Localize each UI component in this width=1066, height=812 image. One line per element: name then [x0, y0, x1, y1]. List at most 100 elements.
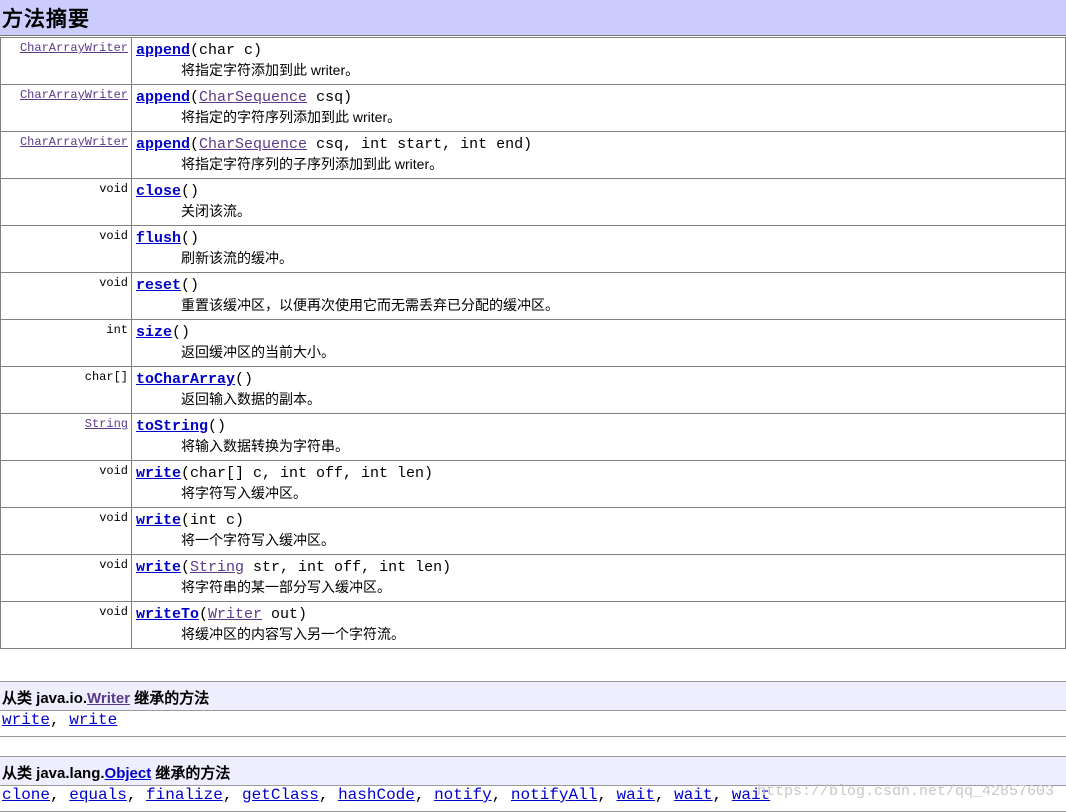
method-row: char[] toCharArray() 返回输入数据的副本。 — [0, 366, 1066, 414]
method-name-link[interactable]: flush — [136, 230, 181, 247]
return-type-link[interactable]: String — [85, 417, 128, 431]
inherited-method-link[interactable]: write — [69, 711, 117, 729]
method-signature-cell: toString() 将输入数据转换为字符串。 — [131, 413, 1066, 461]
param-text: () — [208, 418, 227, 435]
method-signature-cell: close() 关闭该流。 — [131, 178, 1066, 226]
method-signature-cell: write(int c) 将一个字符写入缓冲区。 — [131, 507, 1066, 555]
return-type-cell: CharArrayWriter — [0, 37, 132, 85]
method-rows: CharArrayWriter append(char c) 将指定字符添加到此 w… — [0, 37, 1066, 649]
return-type: int — [106, 323, 128, 337]
param-text: (char[] c, int off, int len) — [181, 465, 434, 482]
return-type-cell: void — [0, 225, 132, 273]
method-signature-cell: append(CharSequence csq) 将指定的字符序列添加到此 wri… — [131, 84, 1066, 132]
inherited-writer-methods: write, write — [0, 711, 1066, 737]
method-row: CharArrayWriter append(CharSequence csq, … — [0, 131, 1066, 179]
list-separator: , — [318, 786, 339, 804]
method-name-link[interactable]: write — [136, 465, 181, 482]
object-class-link[interactable]: Object — [105, 765, 152, 782]
method-signature: write(char[] c, int off, int len) — [136, 464, 1065, 483]
param-type-link[interactable]: CharSequence — [199, 89, 307, 106]
method-signature: write(String str, int off, int len) — [136, 558, 1065, 577]
return-type: void — [99, 558, 128, 572]
param-type-link[interactable]: String — [190, 559, 244, 576]
param-text: () — [181, 277, 200, 294]
method-signature-cell: write(char[] c, int off, int len) 将字符写入缓冲… — [131, 460, 1066, 508]
return-type-link[interactable]: CharArrayWriter — [20, 41, 128, 55]
method-name-link[interactable]: write — [136, 512, 181, 529]
method-description: 重置该缓冲区，以便再次使用它而无需丢弃已分配的缓冲区。 — [181, 297, 559, 313]
method-description: 将指定的字符序列添加到此 writer。 — [181, 109, 402, 125]
inherited-from-object-header: 从类 java.lang.Object 继承的方法 — [0, 756, 1066, 786]
return-type-cell: void — [0, 272, 132, 320]
return-type: void — [99, 464, 128, 478]
method-row: void write(String str, int off, int len) 将… — [0, 554, 1066, 602]
param-text: out) — [262, 606, 308, 623]
method-name-link[interactable]: toCharArray — [136, 371, 235, 388]
method-name-link[interactable]: write — [136, 559, 181, 576]
method-description: 将指定字符序列的子序列添加到此 writer。 — [181, 156, 444, 172]
inherited-writer-heading: 从类 java.io.Writer 继承的方法 — [2, 687, 209, 708]
method-name-link[interactable]: reset — [136, 277, 181, 294]
param-text: (int c) — [181, 512, 245, 529]
inherited-method-link[interactable]: clone — [2, 786, 50, 804]
method-signature: writeTo(Writer out) — [136, 605, 1065, 624]
method-row: void reset() 重置该缓冲区，以便再次使用它而无需丢弃已分配的缓冲区。 — [0, 272, 1066, 320]
method-description: 将字符写入缓冲区。 — [181, 485, 307, 501]
inherited-method-link[interactable]: notifyAll — [511, 786, 597, 804]
return-type: void — [99, 511, 128, 525]
method-name-link[interactable]: append — [136, 136, 190, 153]
method-summary-table: CharArrayWriter append(char c) 将指定字符添加到此 w… — [0, 37, 1066, 649]
method-description: 关闭该流。 — [181, 203, 251, 219]
method-signature: append(CharSequence csq, int start, int … — [136, 135, 1065, 154]
return-type-cell: void — [0, 507, 132, 555]
method-row: String toString() 将输入数据转换为字符串。 — [0, 413, 1066, 461]
writer-class-link[interactable]: Writer — [87, 690, 130, 707]
method-description: 将缓冲区的内容写入另一个字符流。 — [181, 626, 405, 642]
return-type-cell: void — [0, 601, 132, 649]
param-type-link[interactable]: Writer — [208, 606, 262, 623]
inherited-method-link[interactable]: hashCode — [338, 786, 415, 804]
inherited-method-link[interactable]: finalize — [146, 786, 223, 804]
param-type-link[interactable]: CharSequence — [199, 136, 307, 153]
inherited-method-link[interactable]: getClass — [242, 786, 319, 804]
return-type-cell: String — [0, 413, 132, 461]
inherited-object-prefix: 从类 java.lang. — [2, 765, 105, 782]
param-text: ( — [181, 559, 191, 576]
param-text: (char c) — [190, 42, 263, 59]
method-signature: toCharArray() — [136, 370, 1065, 389]
method-signature: reset() — [136, 276, 1065, 295]
list-separator: , — [491, 786, 511, 804]
inherited-method-link[interactable]: notify — [434, 786, 492, 804]
list-separator: , — [597, 786, 617, 804]
return-type-cell: int — [0, 319, 132, 367]
method-signature-cell: flush() 刷新该流的缓冲。 — [131, 225, 1066, 273]
method-signature: close() — [136, 182, 1065, 201]
inherited-method-link[interactable]: write — [2, 711, 50, 729]
param-text: ( — [190, 89, 200, 106]
method-name-link[interactable]: append — [136, 42, 190, 59]
list-separator: , — [126, 786, 147, 804]
list-separator: , — [414, 786, 435, 804]
method-name-link[interactable]: append — [136, 89, 190, 106]
return-type: void — [99, 276, 128, 290]
method-row: void write(char[] c, int off, int len) 将字符… — [0, 460, 1066, 508]
method-signature: append(CharSequence csq) — [136, 88, 1065, 107]
inherited-method-link[interactable]: wait — [617, 786, 655, 804]
method-name-link[interactable]: writeTo — [136, 606, 199, 623]
return-type: void — [99, 605, 128, 619]
inherited-method-link[interactable]: equals — [69, 786, 127, 804]
inherited-object-heading: 从类 java.lang.Object 继承的方法 — [2, 762, 230, 783]
method-name-link[interactable]: close — [136, 183, 181, 200]
method-signature-cell: reset() 重置该缓冲区，以便再次使用它而无需丢弃已分配的缓冲区。 — [131, 272, 1066, 320]
method-signature: size() — [136, 323, 1065, 342]
method-signature-cell: toCharArray() 返回输入数据的副本。 — [131, 366, 1066, 414]
return-type-link[interactable]: CharArrayWriter — [20, 88, 128, 102]
return-type: char[] — [84, 370, 128, 384]
method-name-link[interactable]: size — [136, 324, 172, 341]
return-type-cell: CharArrayWriter — [0, 84, 132, 132]
return-type: void — [99, 182, 128, 196]
method-description: 返回缓冲区的当前大小。 — [181, 344, 335, 360]
return-type-link[interactable]: CharArrayWriter — [20, 135, 128, 149]
inherited-method-link[interactable]: wait — [674, 786, 712, 804]
method-name-link[interactable]: toString — [136, 418, 208, 435]
